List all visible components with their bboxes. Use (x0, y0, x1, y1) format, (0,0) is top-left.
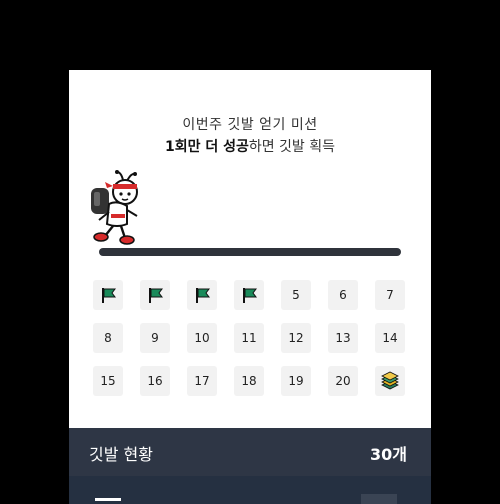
flag-calendar-grid: 5 6 7 8 9 10 11 12 13 14 15 16 17 18 19 20 (93, 280, 409, 396)
day-number: 13 (335, 331, 351, 345)
day-cell-15: 15 (93, 366, 123, 396)
day-number: 9 (151, 331, 159, 345)
green-flag-icon (243, 288, 257, 303)
mission-subtitle-rest: 하면 깃발 획득 (248, 139, 336, 155)
day-cell-18: 18 (234, 366, 264, 396)
day-cell-7: 7 (375, 280, 405, 310)
green-flag-icon (102, 288, 116, 303)
day-cell-8: 8 (93, 323, 123, 353)
mission-subtitle: 1회만 더 성공하면 깃발 획득 (69, 136, 431, 156)
layered-reward-icon (381, 371, 399, 390)
day-cell-10: 10 (187, 323, 217, 353)
flag-day-cell (187, 280, 217, 310)
flag-status-label: 깃발 현황 (89, 445, 153, 464)
reward-day-cell (375, 366, 405, 396)
day-cell-12: 12 (281, 323, 311, 353)
day-number: 14 (382, 331, 398, 345)
day-number: 6 (339, 288, 347, 302)
ant-mascot-icon (91, 170, 138, 245)
day-number: 17 (194, 374, 210, 388)
day-cell-17: 17 (187, 366, 217, 396)
day-number: 19 (288, 374, 304, 388)
flag-status-bar[interactable]: 깃발 현황 30개 (69, 428, 431, 476)
day-number: 11 (241, 331, 257, 345)
green-flag-icon (196, 288, 210, 303)
day-number: 10 (194, 331, 210, 345)
day-number: 8 (104, 331, 112, 345)
day-cell-13: 13 (328, 323, 358, 353)
day-number: 18 (241, 374, 257, 388)
flag-status-count: 30개 (370, 445, 407, 464)
day-cell-19: 19 (281, 366, 311, 396)
flag-day-cell (140, 280, 170, 310)
day-cell-6: 6 (328, 280, 358, 310)
day-cell-5: 5 (281, 280, 311, 310)
day-cell-11: 11 (234, 323, 264, 353)
day-number: 7 (386, 288, 394, 302)
partial-row (69, 476, 431, 504)
partial-badge (361, 494, 397, 504)
mission-card: 이번주 깃발 얻기 미션 1회만 더 성공하면 깃발 획득 5 6 7 8 9 10 11 1… (69, 70, 431, 504)
mission-title: 이번주 깃발 얻기 미션 (182, 117, 318, 133)
flag-day-cell (93, 280, 123, 310)
mission-progress-bar (99, 248, 401, 256)
day-cell-20: 20 (328, 366, 358, 396)
day-number: 5 (292, 288, 300, 302)
day-number: 20 (335, 374, 351, 388)
partial-icon (95, 498, 121, 501)
day-cell-14: 14 (375, 323, 405, 353)
day-cell-9: 9 (140, 323, 170, 353)
day-number: 15 (100, 374, 116, 388)
mission-subtitle-count: 1회만 더 성공 (164, 139, 249, 155)
day-number: 12 (288, 331, 304, 345)
flag-day-cell (234, 280, 264, 310)
day-number: 16 (147, 374, 163, 388)
green-flag-icon (149, 288, 163, 303)
day-cell-16: 16 (140, 366, 170, 396)
